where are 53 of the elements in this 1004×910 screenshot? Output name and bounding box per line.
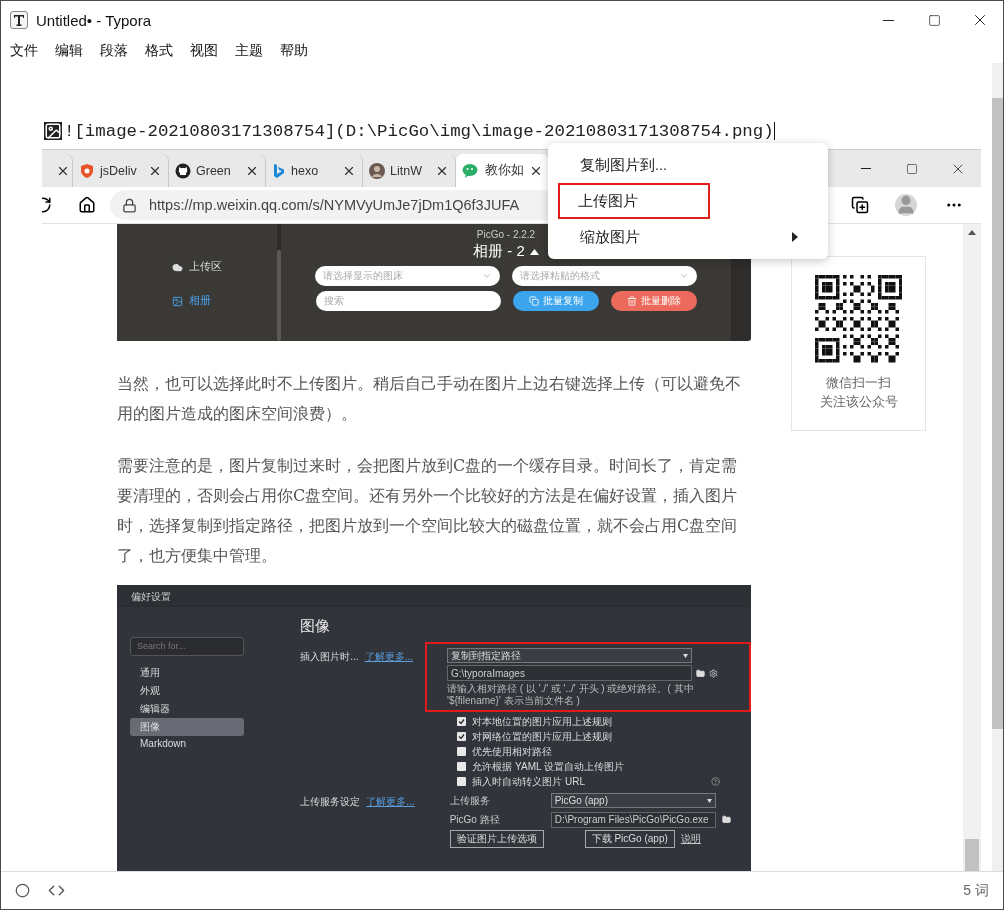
preferences-nav-item[interactable]: 图像 [130, 718, 244, 736]
context-menu-item[interactable]: 上传图片 [558, 183, 710, 219]
preferences-nav-item[interactable]: 外观 [130, 682, 244, 700]
menu-item[interactable]: 格式 [145, 42, 173, 60]
menu-item[interactable]: 帮助 [280, 42, 308, 60]
picgo-nav-item[interactable]: 上传区 [172, 260, 277, 274]
album-heading: 相册 - 2 [473, 242, 525, 261]
checkbox-label: 优先使用相对路径 [472, 744, 553, 759]
learn-more-link[interactable]: 了解更多... [366, 795, 415, 808]
setting-label: 插入图片时... [300, 650, 359, 663]
select-field[interactable]: 复制到指定路径 [447, 648, 692, 663]
context-menu-item[interactable]: 复制图片到... [558, 147, 818, 183]
setting-label: PicGo 路径 [449, 813, 501, 826]
verify-button[interactable]: 验证图片上传选项 [449, 829, 544, 848]
word-count: 5 词 [963, 881, 989, 900]
setting-label: 上传服务 [449, 794, 491, 807]
preferences-nav-item[interactable]: 编辑器 [130, 700, 244, 718]
select-field[interactable]: PicGo (app) [550, 793, 716, 808]
section-heading: 图像 [300, 617, 332, 636]
url-text: https://mp.weixin.qq.com/s/NYMVyUmJe7jDm1Q6f3JUFA [149, 197, 520, 213]
setting-label: 上传服务设定 [300, 795, 361, 808]
learn-more-link[interactable]: 了解更多... [364, 650, 413, 663]
tab-label: LitnW [390, 163, 423, 178]
article-paragraph: 当然，也可以选择此时不上传图片。稍后自己手动在图片上边右键选择上传（可以避免不用的图片造成的图床空间浪费）。 [117, 373, 742, 425]
picgo-version: PicGo - 2.2.2 [476, 229, 536, 240]
menu-item[interactable]: 视图 [190, 42, 218, 60]
article-paragraph: 需要注意的是，图片复制过来时，会把图片放到C盘的一个缓存目录。时间长了，肯定需要清理的，否则会占用你C盘空间。还有另外一个比较好的方法是在偏好设置，插入图片时，选择复制到指定路径，把图片放到一个空间比较大的磁盘位置，就不会占用C盘空间了，也方便集中管理。 [117, 455, 739, 567]
checkbox-label: 对网络位置的图片应用上述规则 [472, 729, 613, 744]
menu-item[interactable]: 文件 [10, 42, 38, 60]
checkbox-label: 允许根据 YAML 设置自动上传图片 [472, 759, 624, 774]
path-field[interactable]: G:\typoraImages [447, 665, 692, 681]
markdown-source-line: ![image-20210803171308754](D:\PicGo\img\image-20210803171308754.png) [64, 121, 774, 141]
checkbox-label: 插入时自动转义图片 URL [472, 774, 586, 789]
qr-caption: 微信扫一扫 关注该公众号 [819, 373, 898, 411]
tab-label: 教你如 [485, 162, 524, 179]
tab-label: hexo [291, 163, 320, 178]
path-field[interactable]: D:\Program Files\PicGo\PicGo.exe [550, 811, 716, 828]
menu-item[interactable]: 主题 [235, 42, 263, 60]
hint-text: 请输入相对路径 ( 以 './' 或 '../' 开头 ) 或绝对路径。( 其中 '${filename}' 表示当前文件名 ) [447, 683, 695, 707]
browser-tab[interactable]: 教你如 [456, 154, 549, 187]
window-title: Untitled• - Typora [36, 11, 152, 29]
preferences-nav-item[interactable]: Markdown [130, 736, 244, 754]
menu-item[interactable]: 段落 [100, 42, 128, 60]
preferences-nav-item[interactable]: 通用 [130, 664, 244, 682]
menu-item[interactable]: 编辑 [55, 42, 83, 60]
checkbox-label: 对本地位置的图片应用上述规则 [472, 714, 613, 729]
preferences-title: 偏好设置 [117, 585, 751, 607]
tab-label: Green [196, 163, 232, 178]
picgo-nav-item[interactable]: 相册 [172, 294, 277, 308]
help-link[interactable]: 说明 [680, 832, 701, 845]
context-menu-item[interactable]: 缩放图片 [558, 219, 818, 255]
tab-label: jsDeliv [100, 163, 138, 178]
download-button[interactable]: 下载 PicGo (app) [584, 829, 675, 848]
